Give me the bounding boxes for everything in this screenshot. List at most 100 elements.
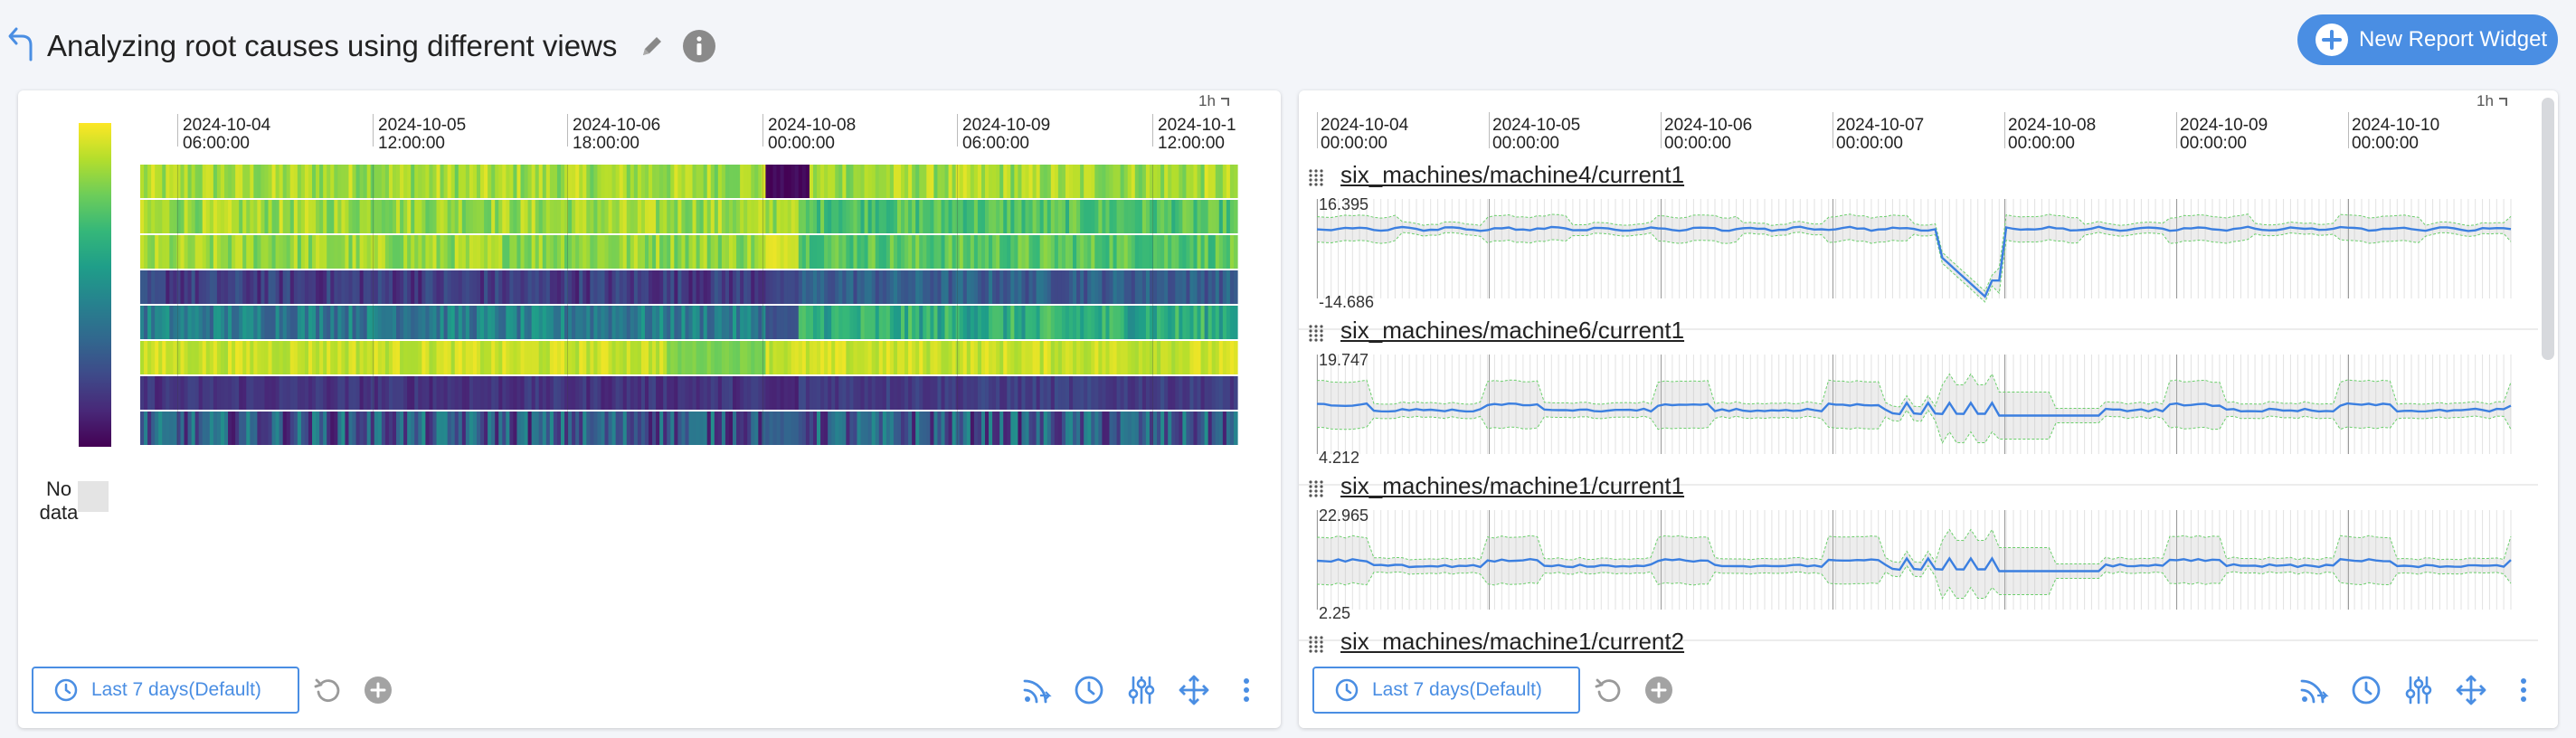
heatmap-cell <box>180 165 185 198</box>
heatmap-cell <box>140 270 145 304</box>
live-feed-icon[interactable] <box>2297 674 2330 706</box>
heatmap-cell <box>516 341 522 374</box>
time-range-button[interactable]: Last 7 days(Default) <box>1312 667 1580 714</box>
heatmap-cell <box>575 412 580 445</box>
heatmap-cell <box>733 341 737 374</box>
reset-icon[interactable] <box>311 674 344 706</box>
heatmap-cell <box>1021 376 1027 410</box>
heatmap-cell <box>531 376 536 410</box>
time-range-label: Last 7 days(Default) <box>1372 679 1542 700</box>
heatmap-cell <box>747 270 752 304</box>
heatmap-cell <box>396 412 401 445</box>
heatmap-cell <box>327 412 331 445</box>
heatmap-cell <box>374 200 379 233</box>
heatmap-cell <box>549 235 554 269</box>
more-icon[interactable] <box>2507 674 2540 706</box>
drag-handle-icon[interactable] <box>1308 168 1324 186</box>
heatmap-cell <box>345 200 350 233</box>
heatmap-cell <box>392 270 397 304</box>
drag-handle-icon[interactable] <box>1308 479 1324 497</box>
heatmap-cell <box>973 341 979 374</box>
heatmap-cell <box>187 235 193 269</box>
heatmap-cell <box>886 306 891 339</box>
heatmap-cell <box>1175 200 1179 233</box>
heatmap-cell <box>180 412 185 445</box>
chart-title[interactable]: six_machines/machine6/current1 <box>1340 317 1684 345</box>
clock-icon[interactable] <box>2350 674 2382 706</box>
heatmap-cell <box>714 270 719 304</box>
heatmap-cell <box>568 341 573 374</box>
heatmap-cell <box>260 270 266 304</box>
heatmap-cell <box>626 376 631 410</box>
heatmap-cell <box>908 235 913 269</box>
time-range-button[interactable]: Last 7 days(Default) <box>32 667 299 714</box>
heatmap-cell <box>194 235 200 269</box>
heatmap-cell <box>820 235 825 269</box>
heatmap-cell <box>824 200 829 233</box>
sliders-icon[interactable] <box>1125 674 1158 706</box>
heatmap-cell <box>699 412 705 445</box>
move-icon[interactable] <box>2455 674 2487 706</box>
heatmap-cell <box>158 235 163 269</box>
heatmap-cell <box>502 412 507 445</box>
heatmap-cell <box>242 200 247 233</box>
scrollbar[interactable] <box>2542 98 2554 360</box>
add-icon[interactable] <box>1643 674 1675 706</box>
heatmap-cell <box>1123 376 1129 410</box>
heatmap-cell <box>758 376 762 410</box>
heatmap-cell <box>728 376 734 410</box>
heatmap-cell <box>985 341 990 374</box>
heatmap-cell <box>751 341 755 374</box>
heatmap-cell <box>896 165 902 198</box>
heatmap-cell <box>633 270 639 304</box>
heatmap-cell <box>147 412 152 445</box>
heatmap-cell <box>396 376 401 410</box>
add-icon[interactable] <box>362 674 394 706</box>
heatmap-cell <box>805 235 810 269</box>
drag-handle-icon[interactable] <box>1308 324 1324 342</box>
heatmap-cell <box>169 306 174 339</box>
heatmap-cell <box>754 200 759 233</box>
back-arrow-icon[interactable] <box>7 25 40 62</box>
heatmap-cell <box>674 270 678 304</box>
chart-title[interactable]: six_machines/machine1/current1 <box>1340 472 1684 500</box>
heatmap-cell <box>1200 270 1206 304</box>
heatmap-cell <box>633 412 639 445</box>
live-feed-icon[interactable] <box>1020 674 1053 706</box>
heatmap-cell <box>828 306 832 339</box>
heatmap-cell <box>1094 412 1099 445</box>
more-icon[interactable] <box>1230 674 1263 706</box>
heatmap-cell <box>736 341 741 374</box>
heatmap-cell <box>1003 341 1008 374</box>
heatmap-cell <box>169 165 174 198</box>
heatmap-cell <box>232 341 236 374</box>
new-report-widget-button[interactable]: New Report Widget <box>2297 14 2558 65</box>
chart-title[interactable]: six_machines/machine1/current2 <box>1340 628 1684 656</box>
pencil-icon[interactable] <box>639 33 666 60</box>
heatmap-cell <box>403 165 408 198</box>
heatmap-cell <box>1138 200 1143 233</box>
heatmap-cell <box>740 270 744 304</box>
info-icon[interactable] <box>682 29 716 63</box>
heatmap-cell <box>692 165 697 198</box>
heatmap-cell <box>524 306 529 339</box>
move-icon[interactable] <box>1178 674 1210 706</box>
sliders-icon[interactable] <box>2402 674 2435 706</box>
heatmap-cell <box>572 376 576 410</box>
heatmap-cell <box>875 270 880 304</box>
heatmap-cell <box>316 306 320 339</box>
drag-handle-icon[interactable] <box>1308 635 1324 653</box>
chart-title[interactable]: six_machines/machine4/current1 <box>1340 161 1684 189</box>
clock-icon[interactable] <box>1073 674 1105 706</box>
heatmap-cell <box>1120 165 1125 198</box>
heatmap-cell <box>743 341 748 374</box>
heatmap-chart[interactable]: 2024-10-0406:00:002024-10-0512:00:002024… <box>18 90 1281 452</box>
heatmap-cell <box>835 376 839 410</box>
heatmap-cell <box>656 412 660 445</box>
time-tick-date: 2024-10-04 <box>1321 116 1409 135</box>
heatmap-cell <box>640 412 646 445</box>
heatmap-cell <box>166 412 170 445</box>
reset-icon[interactable] <box>1592 674 1624 706</box>
heatmap-cell <box>962 412 968 445</box>
heatmap-cell <box>235 235 240 269</box>
